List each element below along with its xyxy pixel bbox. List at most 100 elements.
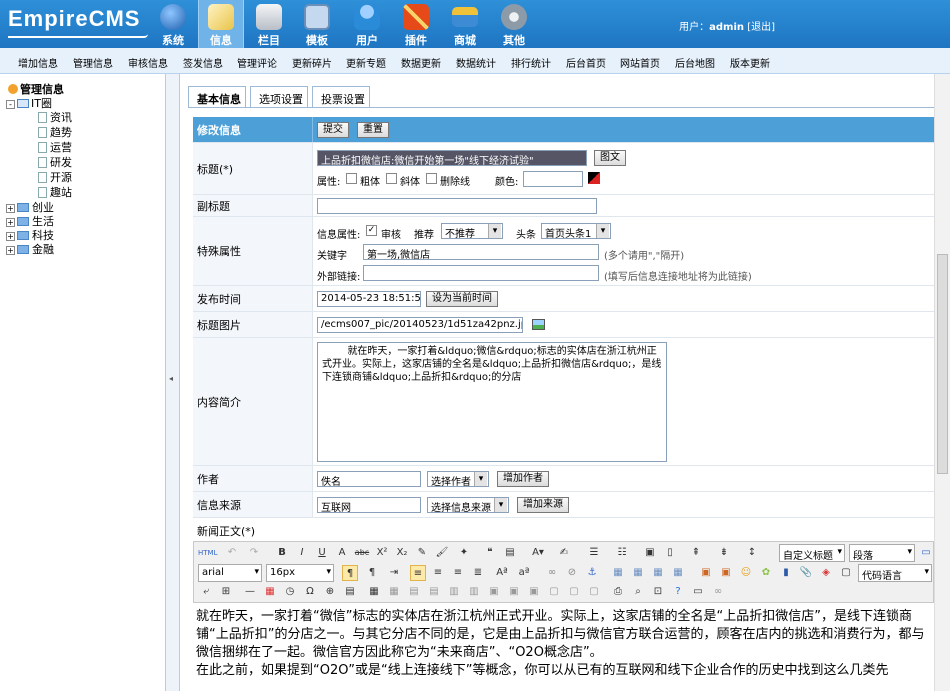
expand-icon[interactable]: + — [6, 218, 15, 227]
tree-leaf[interactable]: 研发 — [38, 154, 72, 170]
line-height-icon[interactable]: ↕ — [744, 545, 760, 561]
menu-version-update[interactable]: 版本更新 — [730, 55, 770, 70]
ordered-list-icon[interactable]: ☰ — [586, 545, 602, 561]
image-right-icon[interactable]: ▦ — [650, 565, 666, 581]
unlink-icon[interactable]: ⊘ — [564, 565, 580, 581]
nav-column[interactable]: 栏目 — [246, 0, 292, 48]
map-icon[interactable]: ◈ — [818, 565, 834, 581]
source-select[interactable]: 选择信息来源 — [427, 497, 509, 514]
horizontal-rule-icon[interactable]: — — [242, 584, 258, 600]
insert-row-icon[interactable]: ▤ — [406, 584, 422, 600]
auto-format-icon[interactable]: ✦ — [456, 545, 472, 561]
font-color-icon[interactable]: A▾ — [530, 545, 546, 561]
special-char-icon[interactable]: Ω — [302, 584, 318, 600]
eraser-icon[interactable]: ✎ — [414, 545, 430, 561]
menu-data-update[interactable]: 数据更新 — [401, 55, 441, 70]
date-icon[interactable]: ▦ — [262, 584, 278, 600]
redo-icon[interactable]: ↷ — [246, 545, 262, 561]
nav-system[interactable]: 系统 — [150, 0, 196, 48]
row-spacing-bottom-icon[interactable]: ⇟ — [716, 545, 732, 561]
wordimage-icon[interactable]: ▤ — [342, 584, 358, 600]
font-border-icon[interactable]: A — [334, 545, 350, 561]
author-select[interactable]: 选择作者 — [427, 471, 489, 488]
font-size-select[interactable]: 16px — [266, 564, 334, 582]
tab-vote[interactable]: 投票设置 — [312, 86, 370, 108]
unordered-list-icon[interactable]: ☷ — [614, 545, 630, 561]
tree-leaf[interactable]: 开源 — [38, 169, 72, 185]
headline-select[interactable]: 首页头条1 — [541, 223, 611, 240]
select-all-icon[interactable]: ▣ — [642, 545, 658, 561]
split-cells-icon[interactable]: ▢ — [546, 584, 562, 600]
font-family-select[interactable]: arial — [198, 564, 262, 582]
link-icon[interactable]: ∞ — [544, 565, 560, 581]
nav-user[interactable]: 用户 — [344, 0, 390, 48]
menu-add-info[interactable]: 增加信息 — [18, 55, 58, 70]
align-left-icon[interactable]: ≡ — [410, 565, 426, 581]
ltr-icon[interactable]: ¶ — [342, 565, 358, 581]
menu-audit-info[interactable]: 审核信息 — [128, 55, 168, 70]
autolink-icon[interactable]: ∞ — [710, 584, 726, 600]
bold-checkbox[interactable] — [346, 173, 357, 184]
set-current-time-button[interactable]: 设为当前时间 — [426, 291, 498, 307]
intro-textarea[interactable]: 就在昨天，一家打着&ldquo;微信&rdquo;标志的实体店在浙江杭州正式开业… — [317, 342, 667, 462]
add-source-button[interactable]: 增加来源 — [517, 497, 569, 513]
code-language-select[interactable]: 代码语言 — [858, 564, 932, 582]
menu-manage-info[interactable]: 管理信息 — [73, 55, 113, 70]
tree-node[interactable]: + 金融 — [6, 241, 54, 257]
split-rows-icon[interactable]: ▢ — [566, 584, 582, 600]
menu-admin-map[interactable]: 后台地图 — [675, 55, 715, 70]
paste-text-icon[interactable]: ▤ — [502, 545, 518, 561]
blockquote-icon[interactable]: ❝ — [482, 545, 498, 561]
custom-heading-select[interactable]: 自定义标题 — [779, 544, 845, 562]
time-icon[interactable]: ◷ — [282, 584, 298, 600]
search-replace-icon[interactable]: ⊡ — [650, 584, 666, 600]
menu-manage-comment[interactable]: 管理评论 — [237, 55, 277, 70]
image-icon[interactable] — [532, 319, 545, 330]
lower-case-icon[interactable]: aª — [516, 565, 532, 581]
keyword-input[interactable]: 第一场,微信店 — [363, 244, 599, 260]
strike-checkbox[interactable] — [426, 173, 437, 184]
html-source-icon[interactable]: HTML — [198, 545, 217, 561]
insert-col-icon[interactable]: ▥ — [446, 584, 462, 600]
tree-leaf[interactable]: 资讯 — [38, 109, 72, 125]
editor-content[interactable]: 就在昨天，一家打着“微信”标志的实体店在浙江杭州正式开业。实际上，这家店铺的全名… — [196, 608, 932, 680]
color-picker-icon[interactable] — [588, 172, 600, 184]
menu-sign-info[interactable]: 签发信息 — [183, 55, 223, 70]
recommend-select[interactable]: 不推荐 — [441, 223, 503, 240]
collapse-arrow-icon[interactable]: ◂ — [169, 374, 173, 383]
emotion-icon[interactable]: ☺ — [738, 565, 754, 581]
menu-update-fragment[interactable]: 更新碎片 — [292, 55, 332, 70]
clear-doc-icon[interactable]: ▯ — [662, 545, 678, 561]
menu-site-home[interactable]: 网站首页 — [620, 55, 660, 70]
align-justify-icon[interactable]: ≣ — [470, 565, 486, 581]
collapse-icon[interactable]: - — [6, 100, 15, 109]
row-spacing-top-icon[interactable]: ⇞ — [688, 545, 704, 561]
indent-icon[interactable]: ⇥ — [386, 565, 402, 581]
vertical-scrollbar[interactable] — [934, 74, 950, 691]
upper-case-icon[interactable]: Aª — [494, 565, 510, 581]
merge-cells-icon[interactable]: ▣ — [486, 584, 502, 600]
expand-icon[interactable]: + — [6, 204, 15, 213]
tree-leaf[interactable]: 运营 — [38, 139, 72, 155]
fullscreen-icon[interactable]: ▭ — [918, 545, 934, 561]
tree-leaf[interactable]: 趋势 — [38, 124, 72, 140]
template-icon[interactable]: ⊞ — [218, 584, 234, 600]
merge-down-icon[interactable]: ▣ — [526, 584, 542, 600]
attachment-icon[interactable]: 📎 — [798, 565, 814, 581]
print-icon[interactable]: ⎙ — [610, 584, 626, 600]
multi-image-icon[interactable]: ▣ — [718, 565, 734, 581]
tab-basic-info[interactable]: 基本信息 — [188, 86, 246, 108]
preview-icon[interactable]: ⌕ — [630, 584, 646, 600]
nav-plugin[interactable]: 插件 — [393, 0, 439, 48]
delete-row-icon[interactable]: ▤ — [426, 584, 442, 600]
expand-icon[interactable]: + — [6, 232, 15, 241]
nav-other[interactable]: 其他 — [491, 0, 537, 48]
strikethrough-icon[interactable]: abc — [354, 545, 370, 561]
align-right-icon[interactable]: ≡ — [450, 565, 466, 581]
underline-icon[interactable]: U — [314, 545, 330, 561]
menu-rank-stats[interactable]: 排行统计 — [511, 55, 551, 70]
delete-table-icon[interactable]: ▦ — [386, 584, 402, 600]
snapscreen-icon[interactable]: ⊕ — [322, 584, 338, 600]
scrollbar-thumb[interactable] — [937, 254, 948, 474]
delete-col-icon[interactable]: ▥ — [466, 584, 482, 600]
